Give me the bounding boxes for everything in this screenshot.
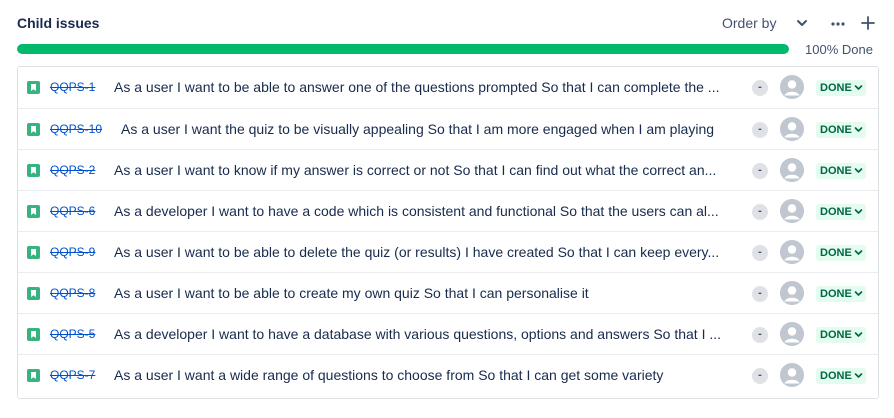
section-title: Child issues bbox=[17, 15, 100, 31]
issue-summary[interactable]: As a user I want a wide range of questio… bbox=[114, 367, 742, 383]
issue-row[interactable]: QQPS-1 As a user I want to be able to ans… bbox=[18, 67, 878, 108]
priority-badge: - bbox=[752, 122, 768, 138]
issue-row[interactable]: QQPS-10 As a user I want the quiz to be v… bbox=[18, 108, 878, 149]
chevron-down-icon bbox=[854, 205, 863, 214]
issue-key-link[interactable]: QQPS-10 bbox=[50, 122, 102, 136]
assignee-avatar[interactable] bbox=[780, 158, 804, 182]
chevron-down-icon bbox=[854, 369, 863, 378]
status-badge[interactable]: DONE bbox=[816, 368, 866, 384]
issue-row[interactable]: QQPS-2 As a user I want to know if my ans… bbox=[18, 149, 878, 190]
assignee-avatar[interactable] bbox=[780, 117, 804, 141]
issue-summary[interactable]: As a user I want to be able to delete th… bbox=[114, 244, 742, 260]
status-label: DONE bbox=[820, 329, 852, 341]
status-badge[interactable]: DONE bbox=[816, 286, 866, 302]
status-label: DONE bbox=[820, 82, 852, 94]
progress-bar-fill bbox=[17, 44, 789, 54]
chevron-down-icon bbox=[854, 246, 863, 255]
issue-row[interactable]: QQPS-7 As a user I want a wide range of q… bbox=[18, 354, 878, 395]
issue-key-link[interactable]: QQPS-8 bbox=[50, 286, 95, 300]
status-label: DONE bbox=[820, 165, 852, 177]
status-label: DONE bbox=[820, 247, 852, 259]
story-icon bbox=[27, 287, 40, 300]
priority-badge: - bbox=[752, 80, 768, 96]
status-label: DONE bbox=[820, 206, 852, 218]
more-actions-icon[interactable] bbox=[830, 14, 846, 32]
issue-summary[interactable]: As a user I want to be able to create my… bbox=[114, 285, 742, 301]
story-icon bbox=[27, 246, 40, 259]
priority-badge: - bbox=[752, 204, 768, 220]
status-label: DONE bbox=[820, 288, 852, 300]
priority-badge: - bbox=[752, 327, 768, 343]
issue-key-link[interactable]: QQPS-6 bbox=[50, 204, 95, 218]
status-badge[interactable]: DONE bbox=[816, 204, 866, 220]
issue-row[interactable]: QQPS-8 As a user I want to be able to cre… bbox=[18, 272, 878, 313]
status-badge[interactable]: DONE bbox=[816, 327, 866, 343]
issue-row[interactable]: QQPS-6 As a developer I want to have a co… bbox=[18, 190, 878, 231]
issue-summary[interactable]: As a user I want to know if my answer is… bbox=[114, 162, 742, 178]
chevron-down-icon bbox=[854, 81, 863, 90]
status-label: DONE bbox=[820, 124, 852, 136]
status-badge[interactable]: DONE bbox=[816, 163, 866, 179]
child-issues-header: Child issues Order by bbox=[17, 14, 882, 34]
story-icon bbox=[27, 123, 40, 136]
assignee-avatar[interactable] bbox=[780, 281, 804, 305]
progress-bar bbox=[17, 44, 789, 54]
priority-badge: - bbox=[752, 163, 768, 179]
child-issues-list: QQPS-1 As a user I want to be able to ans… bbox=[17, 66, 879, 399]
issue-key-link[interactable]: QQPS-1 bbox=[50, 80, 95, 94]
issue-key-link[interactable]: QQPS-5 bbox=[50, 327, 95, 341]
priority-badge: - bbox=[752, 245, 768, 261]
issue-key-link[interactable]: QQPS-9 bbox=[50, 245, 95, 259]
issue-row[interactable]: QQPS-5 As a developer I want to have a da… bbox=[18, 313, 878, 354]
issue-key-link[interactable]: QQPS-7 bbox=[50, 368, 95, 382]
story-icon bbox=[27, 81, 40, 94]
assignee-avatar[interactable] bbox=[780, 75, 804, 99]
chevron-down-icon bbox=[854, 287, 863, 296]
issue-row[interactable]: QQPS-9 As a user I want to be able to del… bbox=[18, 231, 878, 272]
status-label: DONE bbox=[820, 370, 852, 382]
story-icon bbox=[27, 164, 40, 177]
assignee-avatar[interactable] bbox=[780, 322, 804, 346]
chevron-down-icon bbox=[854, 123, 863, 132]
priority-badge: - bbox=[752, 368, 768, 384]
assignee-avatar[interactable] bbox=[780, 240, 804, 264]
issue-summary[interactable]: As a developer I want to have a database… bbox=[114, 326, 742, 342]
assignee-avatar[interactable] bbox=[780, 363, 804, 387]
chevron-down-icon[interactable] bbox=[796, 15, 808, 31]
status-badge[interactable]: DONE bbox=[816, 245, 866, 261]
issue-summary[interactable]: As a user I want the quiz to be visually… bbox=[121, 121, 749, 137]
order-by-button[interactable]: Order by bbox=[722, 15, 776, 31]
chevron-down-icon bbox=[854, 164, 863, 173]
issue-key-link[interactable]: QQPS-2 bbox=[50, 163, 95, 177]
story-icon bbox=[27, 328, 40, 341]
status-badge[interactable]: DONE bbox=[816, 80, 866, 96]
assignee-avatar[interactable] bbox=[780, 199, 804, 223]
status-badge[interactable]: DONE bbox=[816, 122, 866, 138]
issue-summary[interactable]: As a user I want to be able to answer on… bbox=[114, 79, 742, 95]
chevron-down-icon bbox=[854, 328, 863, 337]
priority-badge: - bbox=[752, 286, 768, 302]
story-icon bbox=[27, 369, 40, 382]
add-child-issue-icon[interactable] bbox=[859, 14, 877, 32]
story-icon bbox=[27, 205, 40, 218]
issue-summary[interactable]: As a developer I want to have a code whi… bbox=[114, 203, 742, 219]
progress-label: 100% Done bbox=[805, 42, 873, 57]
